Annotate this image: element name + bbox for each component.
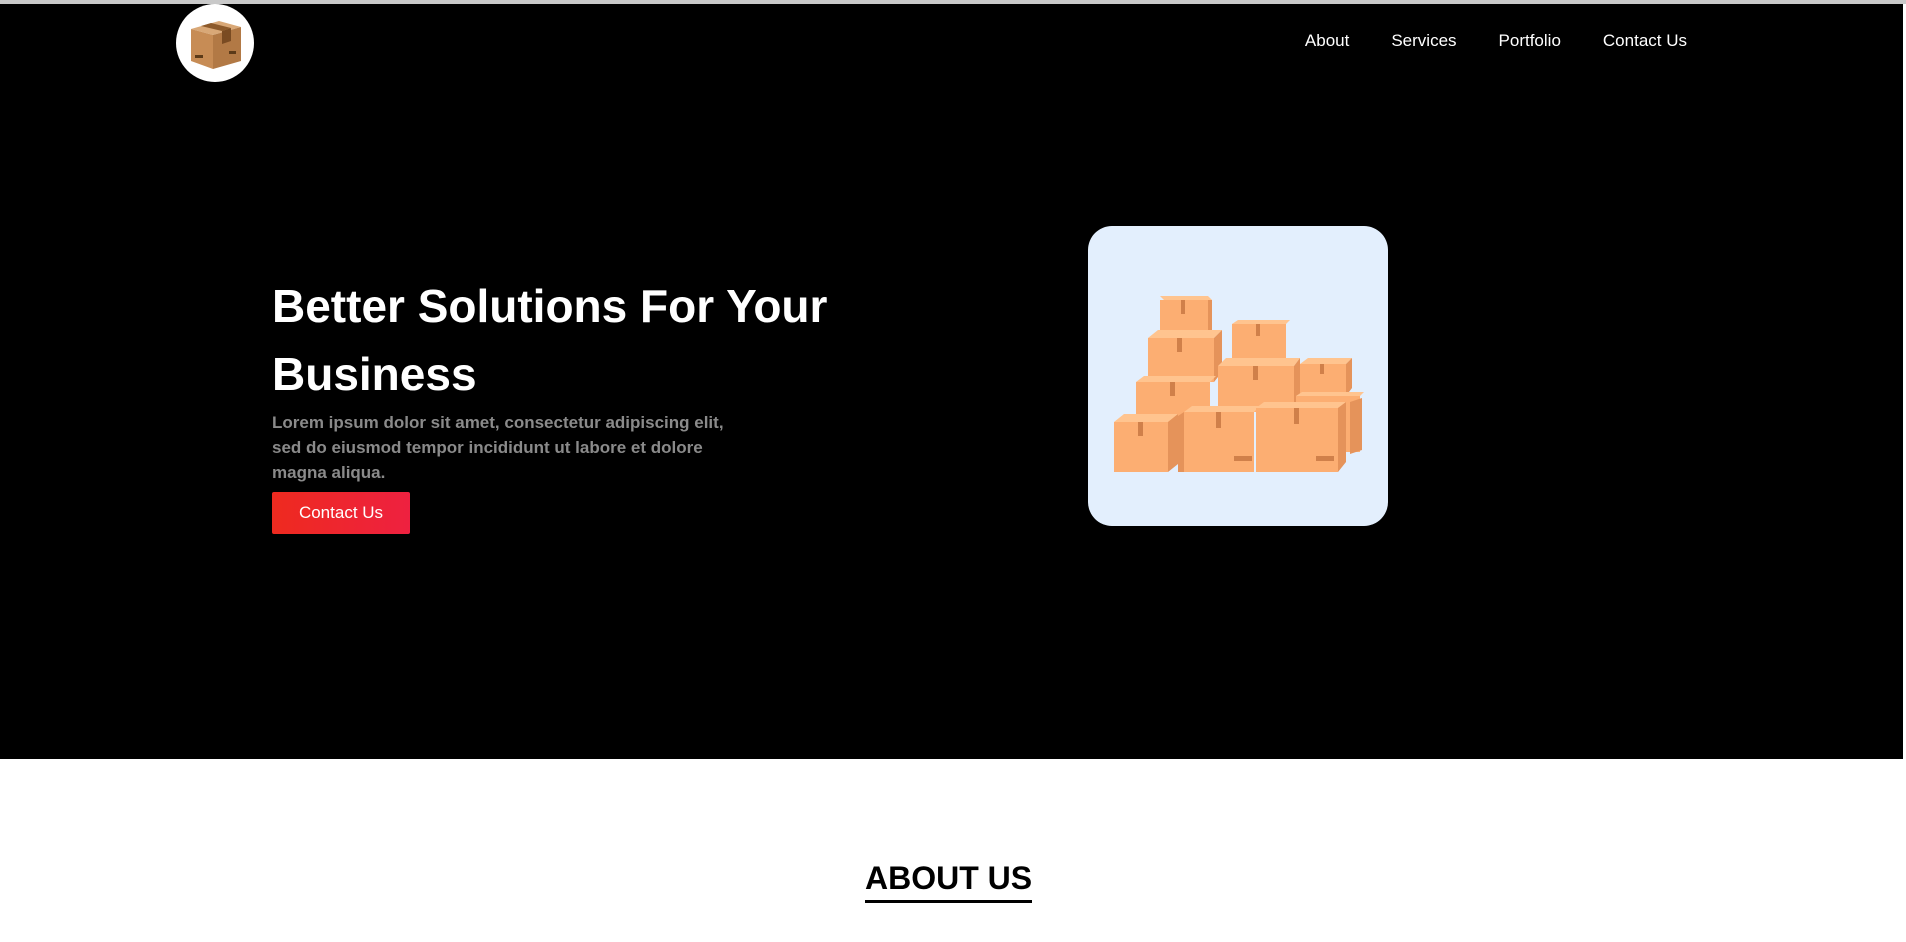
hero-headline: Better Solutions For Your Business (272, 272, 912, 408)
hero-headline-line2: Business (272, 348, 477, 400)
nav-portfolio[interactable]: Portfolio (1499, 31, 1561, 51)
nav-services[interactable]: Services (1391, 31, 1456, 51)
contact-us-button[interactable]: Contact Us (272, 492, 410, 534)
nav-contact-us[interactable]: Contact Us (1603, 31, 1687, 51)
hero-description: Lorem ipsum dolor sit amet, consectetur … (272, 413, 724, 482)
main-nav: About Services Portfolio Contact Us (1305, 31, 1687, 51)
stacked-boxes-illustration (1114, 296, 1364, 472)
site-logo[interactable] (176, 4, 254, 82)
nav-about[interactable]: About (1305, 31, 1349, 51)
hero-illustration (1088, 226, 1388, 526)
cardboard-box-icon (191, 21, 241, 69)
hero-headline-line1: Better Solutions For Your (272, 280, 828, 332)
about-us-heading: ABOUT US (865, 858, 1033, 903)
